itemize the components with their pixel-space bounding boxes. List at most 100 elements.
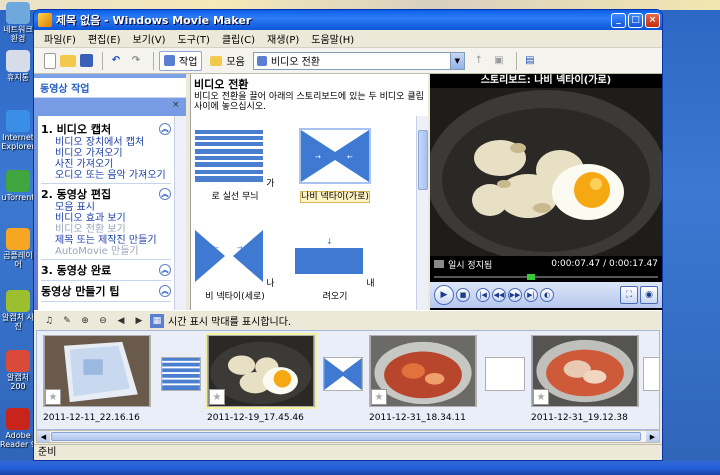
task-section-header[interactable]: 2. 동영상 편집 ︽ <box>41 186 171 202</box>
storyboard-transition[interactable] <box>323 357 363 391</box>
monitor-frame-icon <box>434 260 444 268</box>
desktop-icon[interactable]: 알캡처 사진 <box>0 290 36 331</box>
storyboard-clip[interactable]: ★ <box>369 335 477 415</box>
transition-tile[interactable]: ← → 나비 넥타이(세로) <box>195 230 275 302</box>
desktop-icon[interactable]: 곰플레이어 <box>0 228 36 269</box>
desktop-icon[interactable]: 알캡처 200 <box>0 350 36 391</box>
transition-tile[interactable]: 가로 실선 무늬 <box>195 130 275 202</box>
redo-icon[interactable]: ↷ <box>128 53 144 69</box>
task-section-header[interactable]: 동영상 만들기 팁 ︽ <box>41 283 171 299</box>
transition-thumb-slide-down: ↓ <box>295 230 364 282</box>
transitions-scrollbar[interactable] <box>416 116 428 310</box>
desktop-icon[interactable]: uTorrent <box>0 170 36 202</box>
seek-bar[interactable] <box>434 274 658 280</box>
scroll-left-icon[interactable]: ◀ <box>37 431 50 442</box>
chevron-up-icon[interactable]: ︽ <box>159 188 171 200</box>
play-storyboard-icon[interactable]: ▶ <box>132 314 146 328</box>
transition-label: 가로 실선 무늬 <box>211 179 275 202</box>
desktop-icon-label: Internet Explorer <box>1 133 35 151</box>
storyboard-clip-selected[interactable]: ★ <box>205 333 317 415</box>
movie-tasks-pane: 동영상 작업 × 1. 비디오 캡처 ︽ 비디오 장치에서 캡처 비디오 가져오기 사진… <box>34 74 186 310</box>
task-link[interactable]: 비디오 가져오기 <box>41 148 171 159</box>
menu-item[interactable]: 클립(C) <box>222 31 255 46</box>
play-icon[interactable]: ▶ <box>434 285 454 305</box>
transition-label: 나비 넥타이(세로) <box>205 279 275 302</box>
undo-icon[interactable]: ↶ <box>108 53 124 69</box>
desktop-icon[interactable]: 휴지통 <box>0 50 36 82</box>
storyboard-clip[interactable]: ★ <box>43 335 151 415</box>
view-options-icon[interactable]: ▤ <box>522 53 538 69</box>
status-text: 준비 <box>38 447 57 458</box>
chevron-up-icon[interactable]: ︽ <box>159 123 171 135</box>
zoom-in-icon[interactable]: ⊕ <box>78 314 92 328</box>
task-section-header[interactable]: 3. 동영상 완료 ︽ <box>41 262 171 278</box>
desktop-icon[interactable]: Internet Explorer <box>0 110 36 151</box>
transition-tile-selected[interactable]: → ← 나비 넥타이(가로) <box>295 128 375 203</box>
close-button[interactable]: × <box>645 12 660 28</box>
star-icon: ★ <box>371 389 387 405</box>
menu-item[interactable]: 도움말(H) <box>311 31 354 46</box>
task-link[interactable]: 비디오 효과 보기 <box>41 213 171 224</box>
rewind-storyboard-icon[interactable]: ◀ <box>114 314 128 328</box>
collections-button[interactable]: 모음 <box>206 51 248 71</box>
open-folder-icon[interactable] <box>60 54 76 67</box>
svg-text:→: → <box>315 153 321 161</box>
title-bar[interactable]: 제목 없음 - Windows Movie Maker _ □ × <box>34 10 662 30</box>
desktop-icon-label: 휴지통 <box>6 73 30 82</box>
task-link[interactable]: 모음 표시 <box>41 202 171 213</box>
collection-combo[interactable]: 비디오 전환 ▼ <box>252 51 465 70</box>
menu-item[interactable]: 편집(E) <box>88 31 121 46</box>
forward-end-icon[interactable]: ▶| <box>524 288 538 302</box>
rewind-start-icon[interactable]: |◀ <box>476 288 490 302</box>
fullscreen-icon[interactable]: ⛶ <box>620 286 638 304</box>
desktop-icon[interactable]: 네트워크 환경 <box>0 2 36 43</box>
storyboard-clip[interactable]: ★ <box>531 335 639 415</box>
show-timeline-icon[interactable]: ▦ <box>150 313 164 328</box>
new-folder-icon[interactable]: ▣ <box>491 53 507 69</box>
snapshot-icon[interactable]: ◉ <box>640 286 658 304</box>
task-link[interactable]: 제목 또는 제작진 만들기 <box>41 235 171 246</box>
tasks-button[interactable]: 작업 <box>159 50 203 71</box>
storyboard-transition-empty[interactable] <box>643 357 659 391</box>
taskbar[interactable] <box>0 461 720 475</box>
collection-combo-icon <box>256 55 267 66</box>
clip-label: 2011-12-11_22.16.16 <box>43 413 140 423</box>
task-link[interactable]: 오디오 또는 음악 가져오기 <box>41 170 171 181</box>
menu-item[interactable]: 도구(T) <box>178 31 210 46</box>
task-link[interactable]: 비디오 장치에서 캡처 <box>41 137 171 148</box>
star-icon: ★ <box>45 389 61 405</box>
prev-frame-icon[interactable]: ◀◀ <box>492 288 506 302</box>
close-icon[interactable]: × <box>172 100 182 110</box>
task-link[interactable]: 사진 가져오기 <box>41 159 171 170</box>
storyboard-transition[interactable] <box>161 357 201 391</box>
clip-label: 2011-12-31_19.12.38 <box>531 413 628 423</box>
next-frame-icon[interactable]: ▶▶ <box>508 288 522 302</box>
clip-label: 2011-12-31_18.34.11 <box>369 413 466 423</box>
zoom-out-icon[interactable]: ⊖ <box>96 314 110 328</box>
up-folder-icon[interactable]: ↑ <box>471 53 487 69</box>
save-disk-icon[interactable] <box>80 54 93 67</box>
chevron-up-icon[interactable]: ︽ <box>159 285 171 297</box>
set-audio-icon[interactable]: ♫ <box>42 314 56 328</box>
scroll-thumb[interactable] <box>51 432 641 441</box>
menu-item[interactable]: 파일(F) <box>44 31 76 46</box>
storyboard-scrollbar[interactable]: ◀ ▶ <box>36 430 660 443</box>
menu-item[interactable]: 보기(V) <box>133 31 166 46</box>
storyboard-transition[interactable] <box>485 357 525 391</box>
menu-item[interactable]: 재생(P) <box>267 31 299 46</box>
scroll-right-icon[interactable]: ▶ <box>646 431 659 442</box>
maximize-button[interactable]: □ <box>628 12 643 28</box>
narrate-icon[interactable]: ✎ <box>60 314 74 328</box>
task-section-header[interactable]: 1. 비디오 캡처 ︽ <box>41 121 171 137</box>
transition-tile[interactable]: ↓ 내려오기 <box>295 230 375 302</box>
chevron-up-icon[interactable]: ︽ <box>159 264 171 276</box>
seek-knob[interactable] <box>527 274 535 280</box>
stop-icon[interactable]: ■ <box>456 288 470 302</box>
desktop-app-icon <box>6 2 30 24</box>
split-icon[interactable]: ◐ <box>540 288 554 302</box>
desktop-icon[interactable]: Adobe Reader 9 <box>0 408 36 449</box>
new-file-icon[interactable] <box>44 52 56 69</box>
tasks-scrollbar[interactable] <box>174 116 186 310</box>
chevron-down-icon[interactable]: ▼ <box>449 52 464 69</box>
minimize-button[interactable]: _ <box>611 12 626 28</box>
